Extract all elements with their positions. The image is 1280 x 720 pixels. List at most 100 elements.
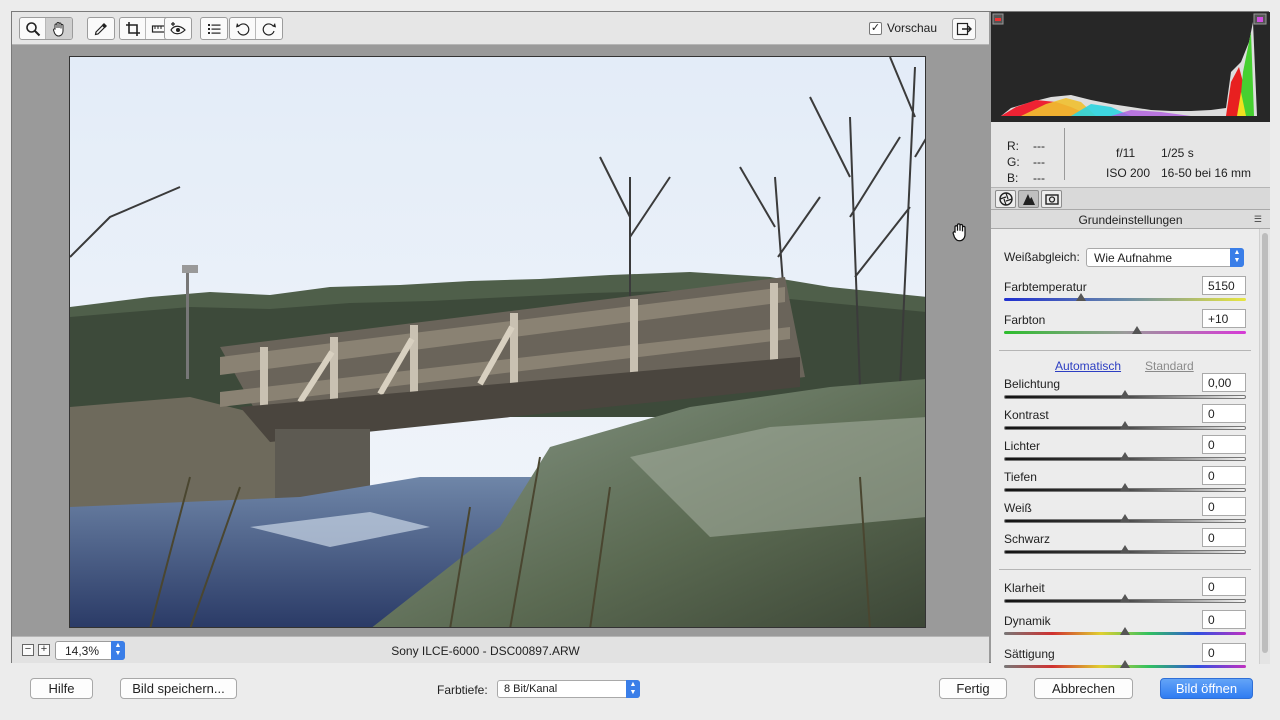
r-label: R: bbox=[1007, 139, 1019, 153]
saturation-input[interactable]: 0 bbox=[1202, 643, 1246, 662]
hand-tool-button[interactable] bbox=[46, 18, 72, 39]
depth-label: Farbtiefe: bbox=[437, 683, 488, 697]
temperature-thumb[interactable] bbox=[1076, 293, 1086, 301]
contrast-thumb[interactable] bbox=[1120, 421, 1130, 429]
white-balance-select[interactable]: Wie Aufnahme ▲ ▼ bbox=[1086, 248, 1244, 267]
highlights-thumb[interactable] bbox=[1120, 452, 1130, 460]
preview-label: Vorschau bbox=[887, 21, 938, 35]
exposure-input[interactable]: 0,00 bbox=[1202, 373, 1246, 392]
g-label: G: bbox=[1007, 155, 1020, 169]
hand-cursor-icon bbox=[950, 222, 970, 245]
vibrance-label: Dynamik bbox=[1004, 614, 1051, 628]
white-balance-value: Wie Aufnahme bbox=[1094, 251, 1173, 265]
shadows-thumb[interactable] bbox=[1120, 483, 1130, 491]
divider bbox=[999, 350, 1251, 351]
b-label: B: bbox=[1007, 171, 1019, 185]
cancel-button[interactable]: Abbrechen bbox=[1034, 678, 1133, 699]
camera-raw-window: ✓ Vorschau − + 14,3% ▲ ▼ Sony ILCE-6000 … bbox=[11, 11, 1270, 668]
panel-scrollbar[interactable] bbox=[1259, 229, 1270, 664]
iso-value: ISO 200 bbox=[1106, 166, 1151, 180]
white-balance-tool-button[interactable] bbox=[88, 18, 114, 39]
navigation-tools bbox=[19, 17, 73, 40]
contrast-input[interactable]: 0 bbox=[1202, 404, 1246, 423]
rotate-right-button[interactable] bbox=[256, 18, 282, 39]
crop-icon bbox=[125, 21, 140, 36]
saturation-thumb[interactable] bbox=[1120, 660, 1130, 668]
preview-statusbar: − + 14,3% ▲ ▼ Sony ILCE-6000 - DSC00897.A… bbox=[12, 636, 989, 663]
open-image-button[interactable]: Bild öffnen bbox=[1160, 678, 1253, 699]
depth-select[interactable]: 8 Bit/Kanal ▲ ▼ bbox=[497, 680, 640, 698]
list-icon bbox=[208, 23, 221, 34]
preview-checkbox[interactable]: ✓ bbox=[869, 21, 882, 35]
toolbar: ✓ Vorschau bbox=[12, 12, 989, 45]
g-value: --- bbox=[1033, 155, 1045, 169]
tint-thumb[interactable] bbox=[1132, 326, 1142, 334]
contrast-label: Kontrast bbox=[1004, 408, 1049, 422]
basic-settings: Weißabgleich: Wie Aufnahme ▲ ▼ Farbtemper… bbox=[991, 229, 1259, 668]
save-image-button[interactable]: Bild speichern... bbox=[120, 678, 237, 699]
temperature-input[interactable]: 5150 bbox=[1202, 276, 1246, 295]
whites-input[interactable]: 0 bbox=[1202, 497, 1246, 516]
lens-value: 16-50 bei 16 mm bbox=[1161, 166, 1252, 180]
whites-label: Weiß bbox=[1004, 501, 1032, 515]
white-balance-row: Weißabgleich: Wie Aufnahme ▲ ▼ bbox=[1004, 248, 1246, 270]
exposure-thumb[interactable] bbox=[1120, 390, 1130, 398]
r-value: --- bbox=[1033, 139, 1045, 153]
help-button[interactable]: Hilfe bbox=[30, 678, 93, 699]
tint-label: Farbton bbox=[1004, 313, 1046, 327]
presets-list-button[interactable] bbox=[201, 18, 227, 39]
crop-tool-button[interactable] bbox=[120, 18, 146, 39]
panel-menu-icon[interactable]: ☰ bbox=[1254, 214, 1262, 225]
aperture-value: f/11 bbox=[1116, 146, 1136, 160]
rotate-left-button[interactable] bbox=[230, 18, 256, 39]
spot-removal-tool-button[interactable] bbox=[165, 18, 191, 39]
fullscreen-button[interactable] bbox=[952, 18, 976, 40]
tab-camera-calibration[interactable] bbox=[1041, 190, 1062, 208]
blacks-label: Schwarz bbox=[1004, 532, 1051, 546]
tint-input[interactable]: +10 bbox=[1202, 309, 1246, 328]
tab-basic[interactable] bbox=[995, 190, 1016, 208]
exposure-label: Belichtung bbox=[1004, 377, 1061, 391]
preview-toggle[interactable]: ✓ Vorschau bbox=[869, 21, 937, 35]
eye-plus-icon bbox=[170, 21, 186, 34]
presets-tools bbox=[200, 17, 228, 40]
mountain-icon bbox=[1022, 194, 1035, 205]
image-preview[interactable] bbox=[69, 56, 926, 628]
clarity-thumb[interactable] bbox=[1120, 594, 1130, 602]
auto-link[interactable]: Automatisch bbox=[1055, 359, 1121, 373]
vibrance-input[interactable]: 0 bbox=[1202, 610, 1246, 629]
hand-icon bbox=[53, 21, 64, 37]
info-divider bbox=[1064, 128, 1065, 180]
shadows-input[interactable]: 0 bbox=[1202, 466, 1246, 485]
histogram-graph bbox=[992, 13, 1267, 116]
tint-track[interactable] bbox=[1004, 331, 1246, 334]
vibrance-thumb[interactable] bbox=[1120, 627, 1130, 635]
done-button[interactable]: Fertig bbox=[939, 678, 1007, 699]
photo-bridge-landscape bbox=[70, 57, 925, 627]
clarity-label: Klarheit bbox=[1004, 581, 1045, 595]
blacks-thumb[interactable] bbox=[1120, 545, 1130, 553]
shutter-value: 1/25 s bbox=[1161, 146, 1194, 160]
panel-scroll-thumb[interactable] bbox=[1262, 233, 1268, 653]
highlights-input[interactable]: 0 bbox=[1202, 435, 1246, 454]
camera-icon bbox=[1044, 194, 1059, 205]
tab-tone-curve[interactable] bbox=[1018, 190, 1039, 208]
zoom-tool-button[interactable] bbox=[20, 18, 46, 39]
shadows-label: Tiefen bbox=[1004, 470, 1037, 484]
depth-stepper-icon[interactable]: ▲ ▼ bbox=[626, 680, 640, 698]
blacks-input[interactable]: 0 bbox=[1202, 528, 1246, 547]
edit-tools bbox=[87, 17, 115, 40]
rotate-right-icon bbox=[262, 22, 276, 36]
eyedropper-icon bbox=[94, 22, 107, 35]
saturation-label: Sättigung bbox=[1004, 647, 1055, 661]
clarity-input[interactable]: 0 bbox=[1202, 577, 1246, 596]
file-name: Sony ILCE-6000 - DSC00897.ARW bbox=[391, 644, 580, 658]
rotate-left-icon bbox=[235, 22, 249, 36]
white-balance-stepper-icon[interactable]: ▲ ▼ bbox=[1230, 248, 1244, 267]
temperature-track[interactable] bbox=[1004, 298, 1246, 301]
whites-thumb[interactable] bbox=[1120, 514, 1130, 522]
standard-link[interactable]: Standard bbox=[1145, 359, 1194, 373]
adjustments-panel: R: --- G: --- B: --- f/11 1/25 s ISO 200… bbox=[991, 12, 1270, 668]
rotate-tools bbox=[229, 17, 283, 40]
panel-title: Grundeinstellungen ☰ bbox=[991, 210, 1270, 229]
